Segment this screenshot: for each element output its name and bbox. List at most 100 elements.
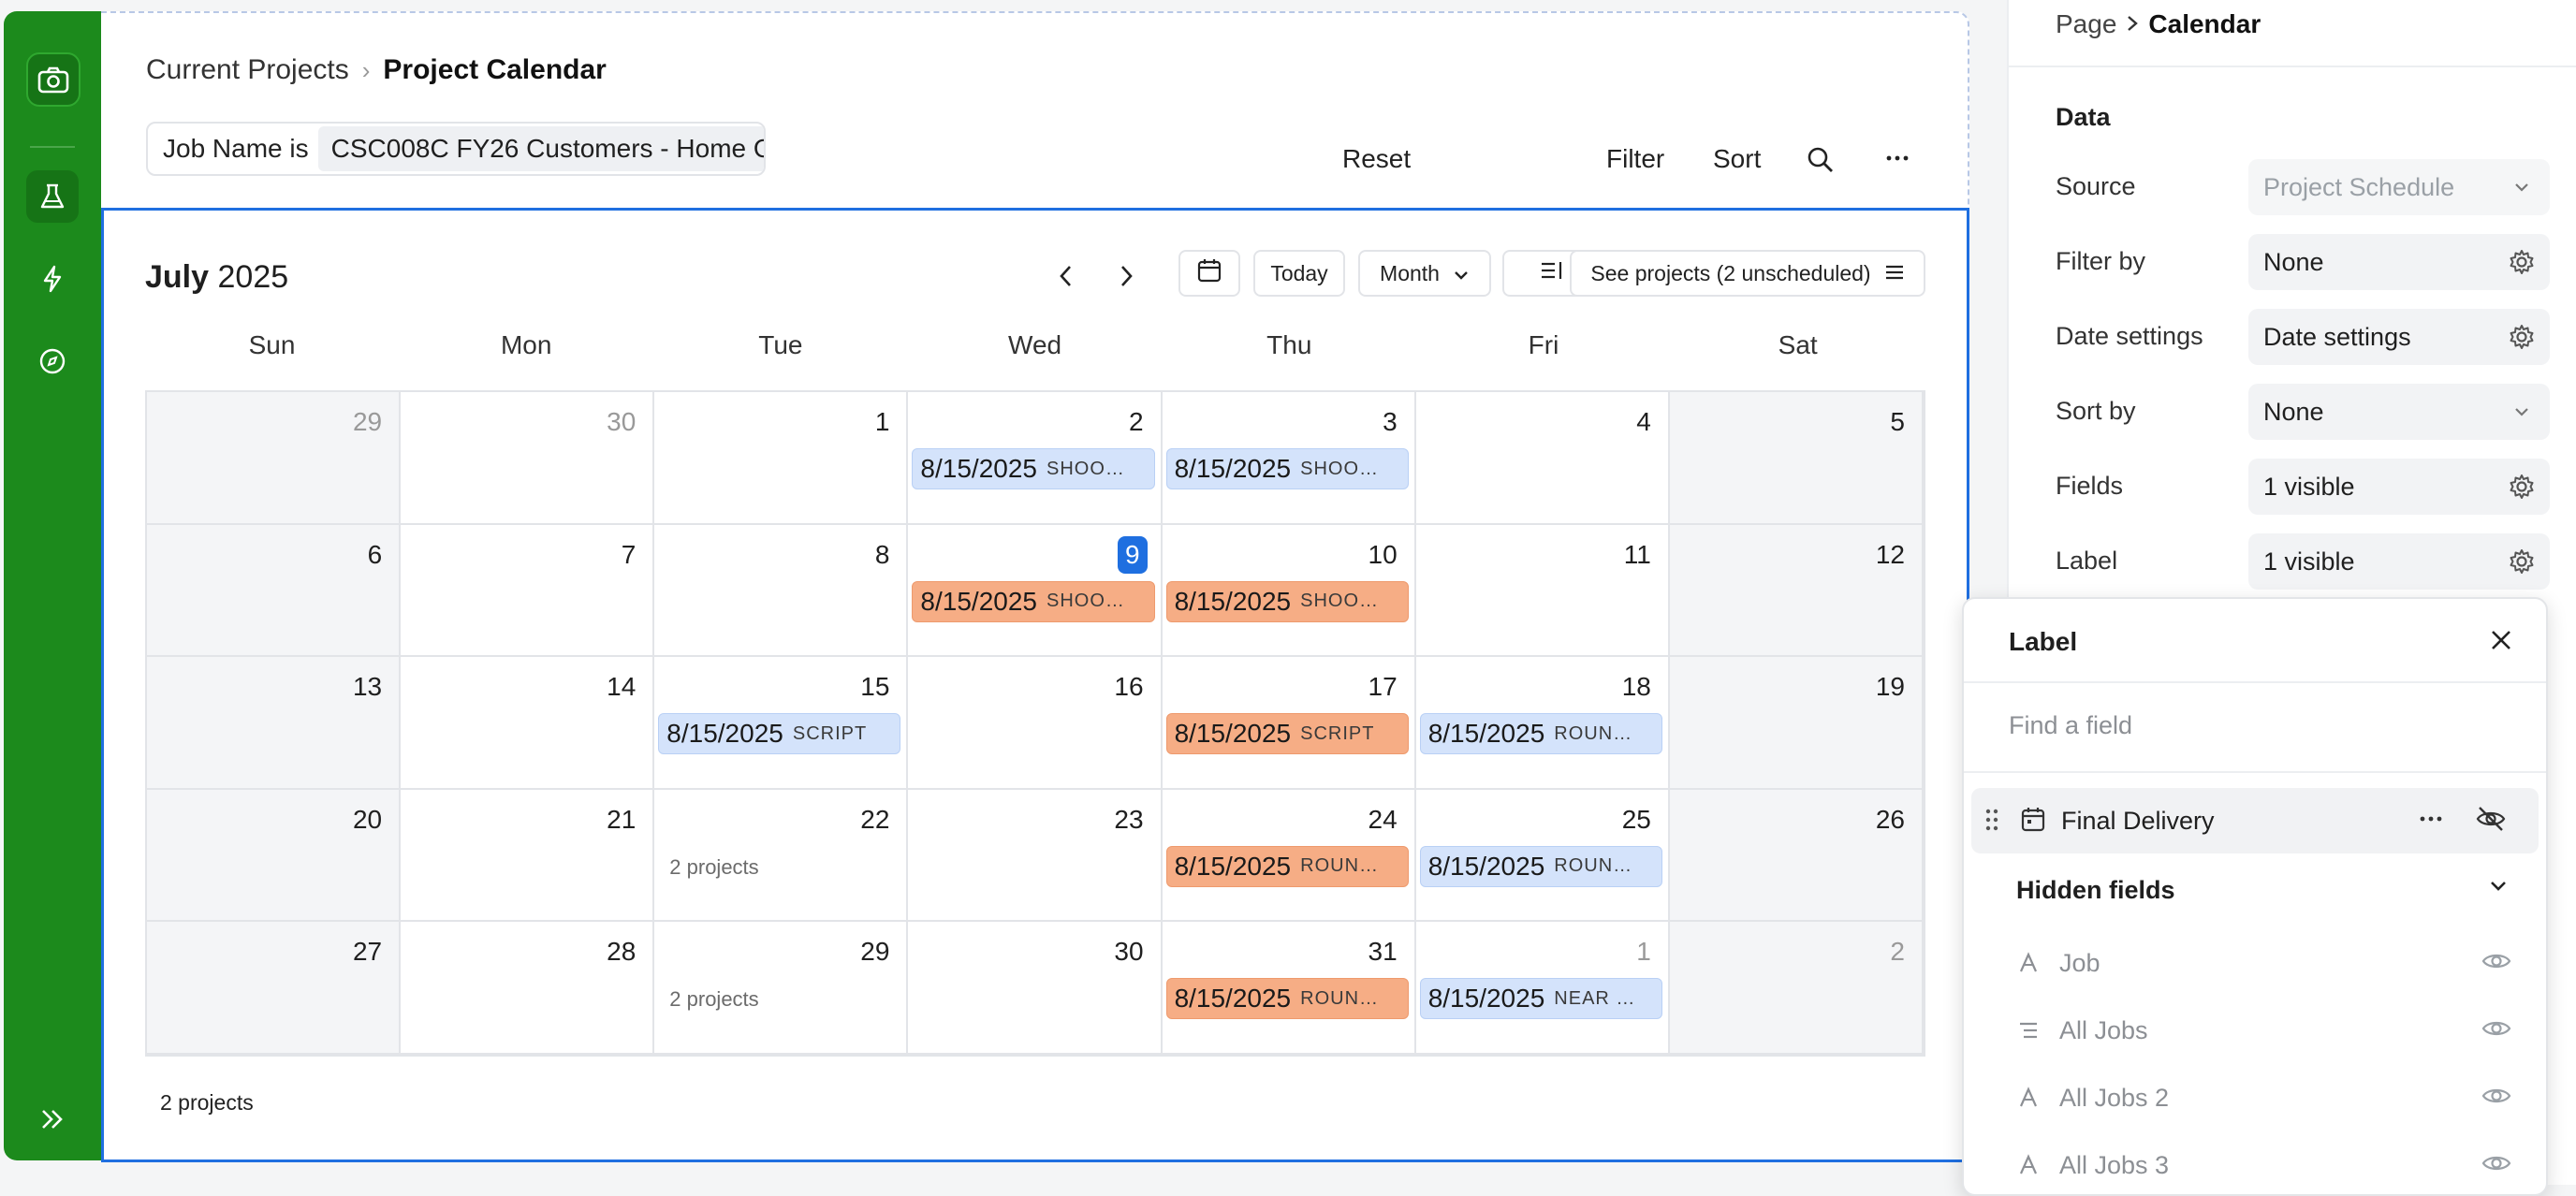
calendar-day-cell[interactable]: 2 xyxy=(1669,922,1924,1055)
calendar-day-cell[interactable]: 9 8/15/2025 SHOO… xyxy=(908,524,1163,658)
calendar-day-cell[interactable]: 4 xyxy=(1415,392,1670,525)
view-select[interactable]: Month xyxy=(1358,250,1491,297)
day-of-week-label: Tue xyxy=(758,330,803,359)
calendar-day-cell[interactable]: 2 8/15/2025 SHOO… xyxy=(908,392,1163,525)
prev-month-icon[interactable] xyxy=(1049,259,1083,293)
calendar-event[interactable]: 8/15/2025 ROUN… xyxy=(1165,978,1409,1020)
calendar-day-cell[interactable]: 10 8/15/2025 SHOO… xyxy=(1162,524,1416,658)
calendar-event[interactable]: 8/15/2025 SCRIPT xyxy=(658,713,901,755)
calendar-day-cell[interactable]: 25 8/15/2025 ROUN… xyxy=(1415,789,1670,923)
calendar-day-cell[interactable]: 15 8/15/2025 SCRIPT xyxy=(654,657,909,790)
sidebar-crumb-page[interactable]: Page xyxy=(2056,9,2116,39)
calendar-day-cell[interactable]: 19 xyxy=(1669,657,1924,790)
calendar-day-cell[interactable]: 23 xyxy=(908,789,1163,923)
calendar-day-cell[interactable]: 21 xyxy=(401,789,655,923)
calendar-day-cell[interactable]: 6 xyxy=(147,524,402,658)
active-filter-pill[interactable]: Job Name is CSC008C FY26 Customers - Hom… xyxy=(146,122,766,176)
hidden-field-row[interactable]: All Jobs 3 xyxy=(2014,1147,2518,1185)
hidden-fields-header[interactable]: Hidden fields xyxy=(2016,876,2175,905)
calendar-day-cell[interactable]: 30 xyxy=(908,922,1163,1055)
calendar-day-cell[interactable]: 27 xyxy=(147,922,402,1055)
more-options-icon[interactable] xyxy=(1883,144,1911,179)
date-picker-button[interactable] xyxy=(1178,250,1240,297)
find-field-input[interactable]: Find a field xyxy=(2009,711,2132,740)
search-icon[interactable] xyxy=(1807,146,1835,181)
calendar-day-cell[interactable]: 22 2 projects xyxy=(654,789,909,923)
chevron-down-icon[interactable] xyxy=(2509,174,2535,200)
calendar-event[interactable]: 8/15/2025 NEAR … xyxy=(1419,978,1662,1020)
hidden-field-row[interactable]: All Jobs 2 xyxy=(2014,1080,2518,1117)
eye-icon[interactable] xyxy=(2481,1016,2512,1045)
drag-handle-icon[interactable] xyxy=(1984,807,1999,838)
next-month-icon[interactable] xyxy=(1109,259,1143,293)
calendar-day-cell[interactable]: 24 8/15/2025 ROUN… xyxy=(1162,789,1416,923)
calendar-day-cell[interactable]: 13 xyxy=(147,657,402,790)
setting-control[interactable]: 1 visible xyxy=(2248,459,2550,515)
calendar-event[interactable]: 8/15/2025 ROUN… xyxy=(1419,713,1662,755)
calendar-day-cell[interactable]: 5 xyxy=(1669,392,1924,525)
calendar-day-cell[interactable]: 16 xyxy=(908,657,1163,790)
day-number: 22 xyxy=(860,804,890,834)
breadcrumb-current-projects[interactable]: Current Projects xyxy=(146,54,349,86)
setting-control[interactable]: Date settings xyxy=(2248,309,2550,365)
event-date: 8/15/2025 xyxy=(1174,984,1292,1014)
eye-icon[interactable] xyxy=(2481,1084,2512,1113)
sort-button[interactable]: Sort xyxy=(1713,144,1761,174)
eye-icon[interactable] xyxy=(2481,1151,2512,1180)
calendar-day-cell[interactable]: 18 8/15/2025 ROUN… xyxy=(1415,657,1670,790)
calendar-day-cell[interactable]: 31 8/15/2025 ROUN… xyxy=(1162,922,1416,1055)
reset-button[interactable]: Reset xyxy=(1342,144,1411,174)
camera-icon[interactable] xyxy=(26,52,80,107)
calendar-day-cell[interactable]: 11 xyxy=(1415,524,1670,658)
visible-field-row[interactable]: Final Delivery xyxy=(1971,788,2539,853)
calendar-event[interactable]: 8/15/2025 ROUN… xyxy=(1419,845,1662,887)
gear-icon[interactable] xyxy=(2509,249,2535,275)
setting-control[interactable]: None xyxy=(2248,234,2550,290)
chevron-down-icon[interactable] xyxy=(2488,876,2509,901)
calendar-day-cell[interactable]: 1 8/15/2025 NEAR … xyxy=(1415,922,1670,1055)
calendar-day-cell[interactable]: 26 xyxy=(1669,789,1924,923)
calendar-day-cell[interactable]: 20 xyxy=(147,789,402,923)
calendar-day-cell[interactable]: 17 8/15/2025 SCRIPT xyxy=(1162,657,1416,790)
lightning-icon[interactable] xyxy=(26,253,79,305)
calendar-day-cell[interactable]: 12 xyxy=(1669,524,1924,658)
compass-icon[interactable] xyxy=(26,335,79,387)
close-icon[interactable] xyxy=(2484,623,2518,657)
gear-icon[interactable] xyxy=(2509,474,2535,500)
expand-rail-icon[interactable] xyxy=(36,1102,69,1136)
field-more-icon[interactable] xyxy=(2417,805,2445,838)
filter-button[interactable]: Filter xyxy=(1606,144,1664,174)
sidebar-breadcrumb: Page Calendar xyxy=(2056,9,2261,39)
more-projects-link[interactable]: 2 projects xyxy=(669,855,758,880)
calendar-event[interactable]: 8/15/2025 SHOO… xyxy=(912,448,1155,489)
gear-icon[interactable] xyxy=(2509,324,2535,350)
eye-off-icon[interactable] xyxy=(2475,805,2507,838)
calendar-event[interactable]: 8/15/2025 ROUN… xyxy=(1165,845,1409,887)
calendar-day-cell[interactable]: 28 xyxy=(401,922,655,1055)
calendar-day-cell[interactable]: 29 xyxy=(147,392,402,525)
flask-icon[interactable] xyxy=(26,170,79,223)
calendar-day-cell[interactable]: 7 xyxy=(401,524,655,658)
eye-icon[interactable] xyxy=(2481,949,2512,978)
see-projects-button[interactable]: See projects (2 unscheduled) xyxy=(1570,250,1925,297)
more-projects-link[interactable]: 2 projects xyxy=(669,987,758,1012)
today-button[interactable]: Today xyxy=(1253,250,1345,297)
calendar-day-cell[interactable]: 1 xyxy=(654,392,909,525)
calendar-day-cell[interactable]: 8 xyxy=(654,524,909,658)
calendar-event[interactable]: 8/15/2025 SHOO… xyxy=(1165,580,1409,622)
calendar-event[interactable]: 8/15/2025 SHOO… xyxy=(1165,448,1409,489)
setting-control[interactable]: 1 visible xyxy=(2248,533,2550,590)
calendar-event[interactable]: 8/15/2025 SCRIPT xyxy=(1165,713,1409,755)
setting-control[interactable]: None xyxy=(2248,384,2550,440)
gear-icon[interactable] xyxy=(2509,548,2535,575)
filter-condition-value[interactable]: CSC008C FY26 Customers - Home Off xyxy=(317,126,764,171)
chevron-down-icon[interactable] xyxy=(2509,399,2535,425)
calendar-day-cell[interactable]: 3 8/15/2025 SHOO… xyxy=(1162,392,1416,525)
hidden-field-row[interactable]: All Jobs xyxy=(2014,1013,2518,1050)
calendar-event[interactable]: 8/15/2025 SHOO… xyxy=(912,580,1155,622)
calendar-day-cell[interactable]: 30 xyxy=(401,392,655,525)
setting-value: None xyxy=(2263,247,2324,276)
hidden-field-row[interactable]: Job xyxy=(2014,945,2518,983)
calendar-day-cell[interactable]: 29 2 projects xyxy=(654,922,909,1055)
calendar-day-cell[interactable]: 14 xyxy=(401,657,655,790)
